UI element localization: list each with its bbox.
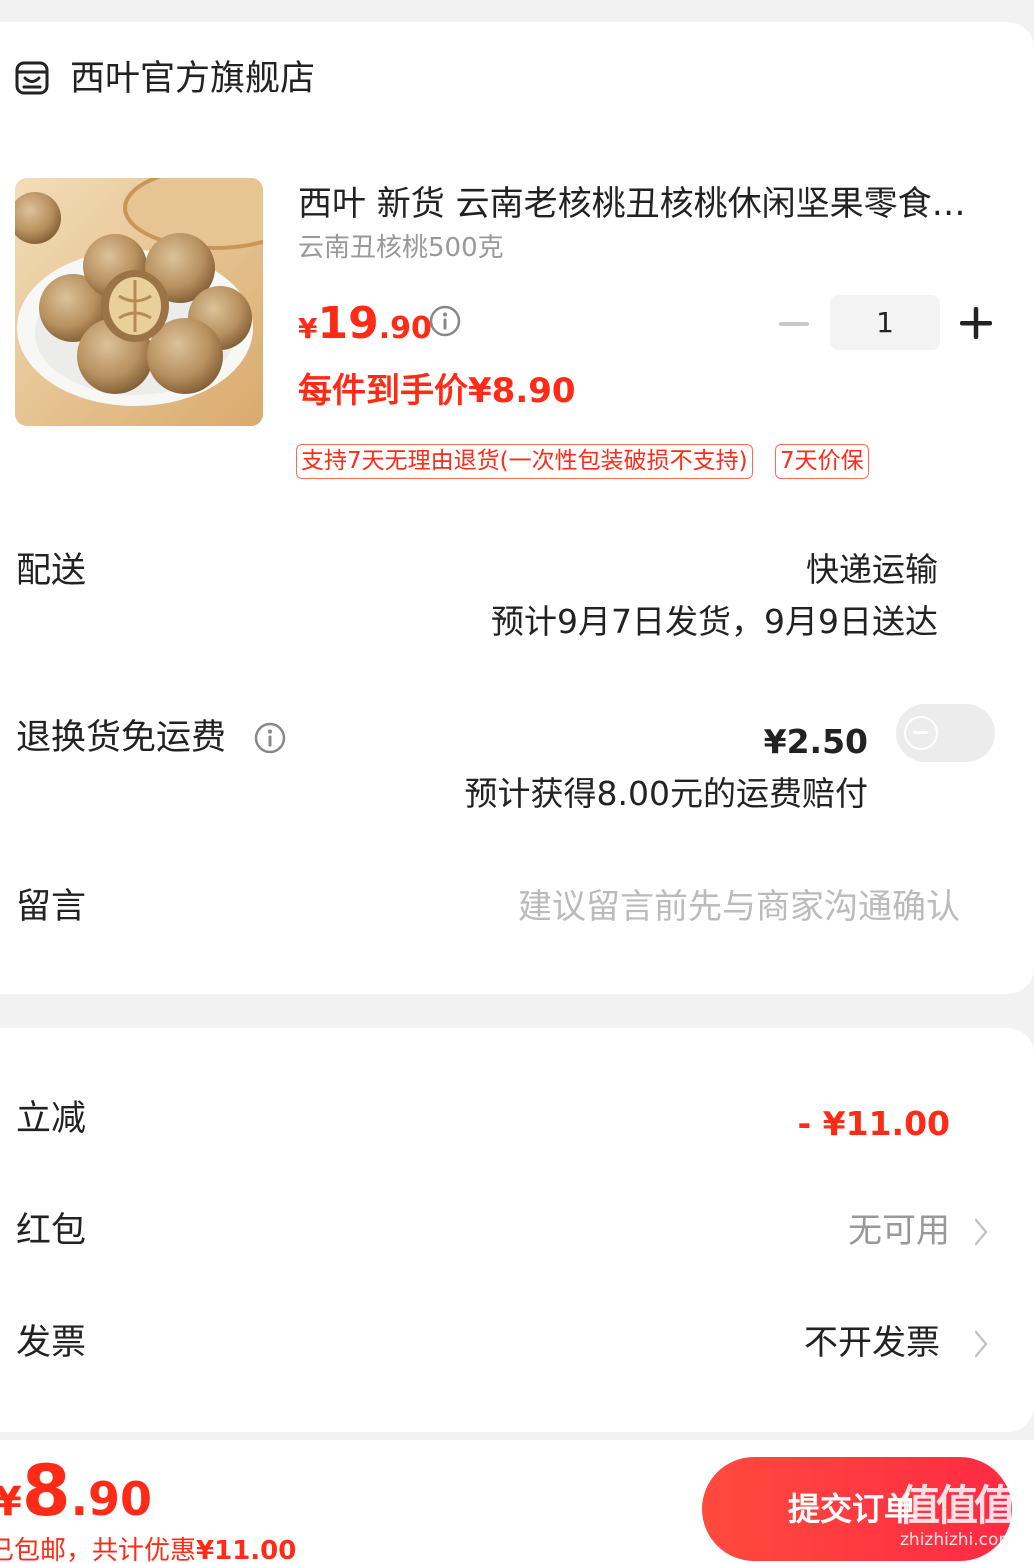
discount-label: 立减: [16, 1099, 87, 1139]
savings-prefix: 已包邮，共计优惠: [0, 1536, 197, 1563]
savings-amount: ¥11.00: [196, 1536, 297, 1563]
total-currency: ¥: [0, 1479, 22, 1525]
return-policy-tag: 支持7天无理由退货(一次性包装破损不支持): [296, 444, 753, 479]
delivery-estimate: 预计9月7日发货，9月9日送达: [491, 602, 938, 641]
store-name[interactable]: 西叶官方旗舰店: [70, 56, 315, 102]
increase-quantity-button[interactable]: [956, 303, 996, 343]
chevron-right-icon[interactable]: [972, 1216, 990, 1248]
return-shipping-price: ¥2.50: [763, 722, 868, 761]
delivery-method[interactable]: 快递运输: [806, 548, 938, 592]
return-shipping-note: 预计获得8.00元的运费赔付: [464, 774, 868, 813]
store-icon: [15, 61, 49, 95]
invoice-value[interactable]: 不开发票: [804, 1320, 940, 1366]
product-sku[interactable]: 云南丑核桃500克: [298, 230, 504, 266]
decrease-quantity-button[interactable]: [776, 306, 812, 342]
price-info-icon[interactable]: [429, 305, 461, 337]
red-packet-label: 红包: [16, 1211, 87, 1251]
red-packet-value[interactable]: 无可用: [848, 1208, 950, 1254]
invoice-label: 发票: [16, 1323, 87, 1363]
price-integer: 19: [317, 298, 379, 349]
quantity-field[interactable]: 1: [830, 295, 940, 350]
return-shipping-info-icon[interactable]: [254, 722, 286, 754]
price-currency: ¥: [298, 312, 318, 345]
total-price: ¥8.90: [0, 1450, 152, 1532]
message-label: 留言: [16, 887, 87, 927]
final-unit-price: 每件到手价¥8.90: [298, 371, 576, 411]
walnut-image: [15, 178, 263, 426]
return-shipping-label: 退换货免运费: [16, 718, 227, 758]
discount-value: - ¥11.00: [797, 1104, 950, 1143]
product-thumbnail[interactable]: [15, 178, 263, 426]
return-shipping-toggle[interactable]: [896, 704, 995, 762]
chevron-right-icon[interactable]: [972, 1328, 990, 1360]
savings-summary: 已包邮，共计优惠¥11.00: [0, 1533, 296, 1563]
order-item-card: [0, 22, 1034, 994]
total-integer: 8: [21, 1450, 71, 1532]
price-decimal: .90: [378, 311, 432, 346]
watermark-logo: 值值值: [898, 1481, 1016, 1530]
delivery-label: 配送: [16, 551, 87, 591]
total-decimal: .90: [70, 1472, 153, 1526]
price-protection-tag: 7天价保: [775, 444, 869, 479]
product-price: ¥19.90: [298, 298, 432, 349]
message-input[interactable]: 建议留言前先与商家沟通确认: [518, 884, 960, 930]
toggle-knob: [904, 716, 938, 750]
product-title[interactable]: 西叶 新货 云南老核桃丑核桃休闲坚果零食…: [298, 180, 978, 228]
watermark-url: zhizhizhi.com: [900, 1530, 1015, 1550]
